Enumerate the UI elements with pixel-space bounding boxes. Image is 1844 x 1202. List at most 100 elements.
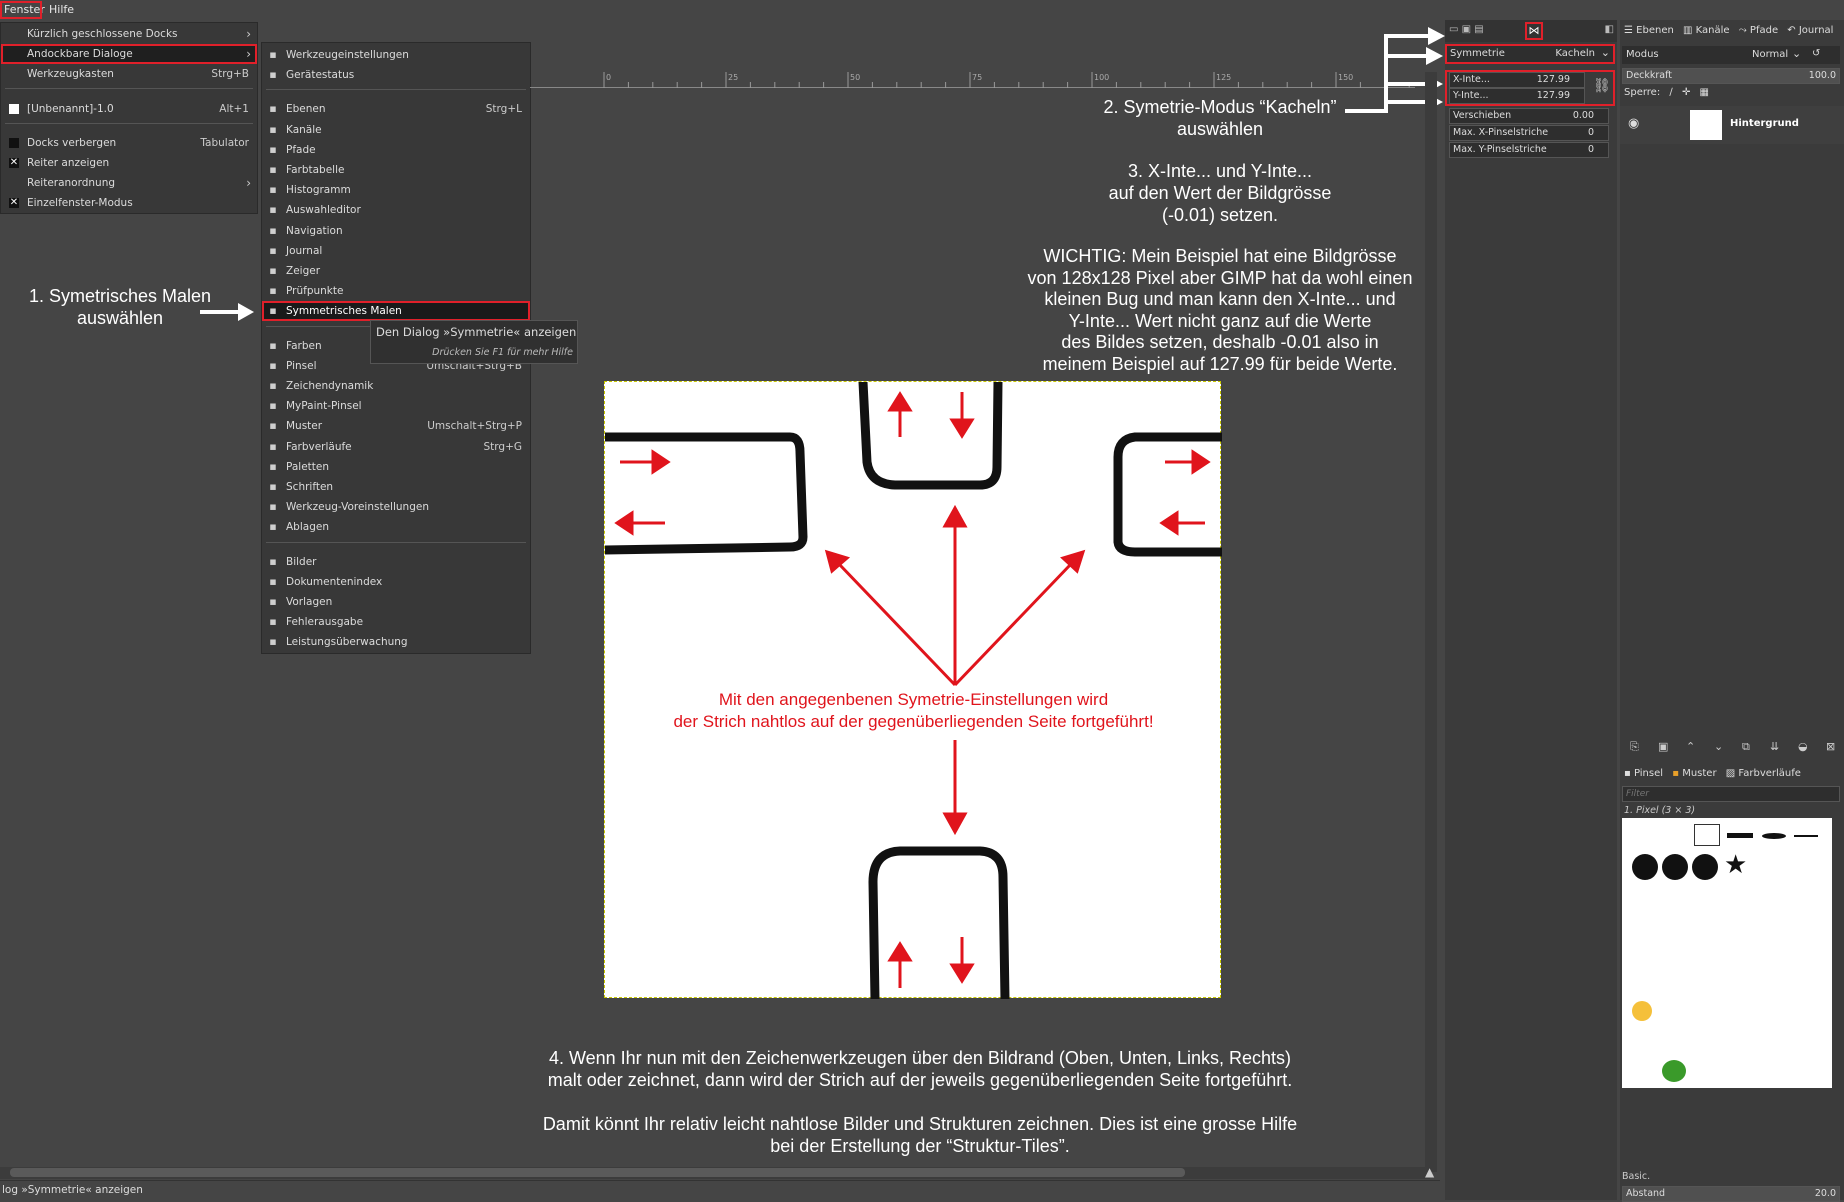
chain-link-icon[interactable]: ⛓ [1593,78,1611,94]
menu-item-images[interactable]: ▪ Bilder [262,552,530,572]
raise-layer-icon[interactable]: ⌃ [1686,740,1695,753]
opacity-field[interactable]: Deckkraft 100.0 [1622,68,1840,84]
brush-filter-input[interactable] [1622,786,1840,802]
annotation-line: Damit könnt Ihr relativ leicht nahtlose … [542,1114,1298,1134]
menu-item-shortcut: Tabulator [200,137,249,149]
image-canvas[interactable]: Mit den angegenbenen Symetrie-Einstellun… [604,381,1222,999]
navigation-icon: ▪ [269,223,277,237]
menu-item-label: Einzelfenster-Modus [27,197,133,209]
x-interval-field[interactable]: X-Inte... 127.99 [1449,72,1585,88]
images-icon: ▪ [269,554,277,568]
offset-field[interactable]: Verschieben 0.00 [1449,108,1609,124]
tab-pinsel[interactable]: ▪ Pinsel [1624,768,1663,779]
star-brush-icon[interactable]: ★ [1724,850,1747,880]
menu-item-image-window[interactable]: [Unbenannt]-1.0 Alt+1 [1,99,257,119]
brush-grid[interactable]: ★ [1622,818,1832,1088]
left-stroke-shape [605,432,808,555]
selected-brush[interactable] [1694,824,1720,846]
new-layer-group-icon[interactable]: ▣ [1658,740,1668,753]
lock-alpha-icon[interactable]: ▦ [1700,87,1709,98]
brush-preview[interactable] [1632,1001,1652,1021]
tab-ebenen[interactable]: ☰ Ebenen [1624,25,1674,36]
menu-item-paths[interactable]: ▪ Pfade [262,140,530,160]
menu-item-navigation[interactable]: ▪ Navigation [262,221,530,241]
menu-item-tool-options[interactable]: ▪ Werkzeugeinstellungen [262,45,530,65]
tooltip-title: Den Dialog »Symmetrie« anzeigen [376,325,577,339]
lock-position-icon[interactable]: ✛ [1682,87,1690,98]
menu-item-pattern[interactable]: ▪ Muster Umschalt+Strg+P [262,416,530,436]
menu-item-dockable-dialogs[interactable]: Andockbare Dialoge › [1,44,257,64]
tab-pfade[interactable]: ⤳ Pfade [1739,25,1778,36]
menu-item-gradient[interactable]: ▪ Farbverläufe Strg+G [262,437,530,457]
pepper-brush-icon[interactable] [1662,1060,1686,1082]
merge-layer-icon[interactable]: ⇊ [1770,740,1779,753]
menu-item-fonts[interactable]: ▪ Schriften [262,477,530,497]
menu-item-device-status[interactable]: ▪ Gerätestatus [262,65,530,85]
menu-item-channels[interactable]: ▪ Kanäle [262,120,530,140]
dashboard-icon: ▪ [269,635,277,649]
menu-item-label: Kanäle [286,123,322,136]
brush-preset-select[interactable]: Basic. [1622,1171,1840,1185]
mask-icon[interactable]: ◒ [1798,740,1808,753]
menu-item-histogram[interactable]: ▪ Histogramm [262,180,530,200]
layer-mode-select[interactable]: Modus Normal ⌄ ↺ [1622,46,1840,64]
fonts-icon: ▪ [269,480,277,493]
ruler-label: 75 [972,73,983,82]
tab-kanaele[interactable]: ▥ Kanäle [1683,25,1730,36]
menu-hilfe[interactable]: Hilfe [45,1,78,19]
eye-icon[interactable]: ◉ [1628,116,1639,131]
menu-item-pointer[interactable]: ▪ Zeiger [262,261,530,281]
symmetry-mode-select[interactable]: Symmetrie Kacheln ⌄ [1445,44,1615,64]
layer-name: Hintergrund [1730,118,1799,129]
menu-item-symmetry[interactable]: ▪ Symmetrisches Malen [262,301,530,322]
layer-row[interactable]: ◉ Hintergrund [1620,106,1844,144]
menu-item-selection-editor[interactable]: ▪ Auswahleditor [262,200,530,220]
menu-item-tab-position[interactable]: Reiteranordnung › [1,173,257,193]
brush-preview[interactable] [1762,833,1786,839]
duplicate-layer-icon[interactable]: ⧉ [1742,740,1750,754]
menu-item-journal[interactable]: ▪ Journal [262,241,530,261]
menu-item-palette[interactable]: ▪ Paletten [262,457,530,477]
brush-preview[interactable] [1692,854,1718,880]
menu-item-sample-points[interactable]: ▪ Prüfpunkte [262,281,530,301]
menu-item-dynamics[interactable]: ▪ Zeichendynamik [262,376,530,396]
horizontal-ruler[interactable]: 0 25 50 75 100 125 150 [530,72,1415,88]
menu-item-colormap[interactable]: ▪ Farbtabelle [262,160,530,180]
lower-layer-icon[interactable]: ⌄ [1714,740,1723,753]
navigate-icon[interactable]: ▲ [1425,1165,1434,1179]
brush-preview[interactable] [1632,854,1658,880]
tab-journal[interactable]: ↶ Journal [1787,25,1833,36]
dock-tab-icons[interactable]: ▭ ▣ ▤ [1449,24,1484,35]
menu-item-templates[interactable]: ▪ Vorlagen [262,592,530,612]
lock-pixels-icon[interactable]: ∕ [1669,87,1672,98]
symmetry-tab-icon[interactable]: ⋈ [1525,22,1543,40]
horizontal-scrollbar-thumb[interactable] [10,1168,1185,1177]
menu-item-dashboard[interactable]: ▪ Leistungsüberwachung [262,632,530,652]
brush-preview[interactable] [1727,833,1753,838]
tab-muster[interactable]: ▪ Muster [1672,768,1716,779]
dock-menu-icon[interactable]: ◧ [1605,24,1614,35]
brush-preview[interactable] [1794,835,1818,837]
max-x-strokes-field[interactable]: Max. X-Pinselstriche 0 [1449,125,1609,141]
vertical-scrollbar[interactable] [1425,72,1437,1172]
menu-item-layers[interactable]: ▪ Ebenen Strg+L [262,99,530,119]
annotation-final: Damit könnt Ihr relativ leicht nahtlose … [500,1114,1340,1157]
menu-item-document-history[interactable]: ▪ Dokumentenindex [262,572,530,592]
new-layer-icon[interactable]: ⎘ [1630,740,1639,754]
delete-layer-icon[interactable]: ⊠ [1826,740,1835,753]
menu-item-error-console[interactable]: ▪ Fehlerausgabe [262,612,530,632]
menu-item-single-window-mode[interactable]: ✕ Einzelfenster-Modus [1,193,257,213]
menu-item-mypaint-brush[interactable]: ▪ MyPaint-Pinsel [262,396,530,416]
menu-item-recently-closed-docks[interactable]: Kürzlich geschlossene Docks › [1,24,257,44]
tab-farbverlaeufe[interactable]: ▨ Farbverläufe [1726,768,1801,779]
menu-item-buffers[interactable]: ▪ Ablagen [262,517,530,537]
menu-item-hide-docks[interactable]: Docks verbergen Tabulator [1,133,257,153]
y-interval-field[interactable]: Y-Inte... 127.99 [1449,88,1585,104]
brush-preview[interactable] [1662,854,1688,880]
menu-item-show-tabs[interactable]: ✕ Reiter anzeigen [1,153,257,173]
max-y-strokes-field[interactable]: Max. Y-Pinselstriche 0 [1449,142,1609,158]
menu-item-toolbox[interactable]: Werkzeugkasten Strg+B [1,64,257,84]
menu-item-tool-presets[interactable]: ▪ Werkzeug-Voreinstellungen [262,497,530,517]
reset-mode-icon[interactable]: ↺ [1812,48,1820,59]
menu-fenster[interactable]: Fenster [0,1,45,19]
